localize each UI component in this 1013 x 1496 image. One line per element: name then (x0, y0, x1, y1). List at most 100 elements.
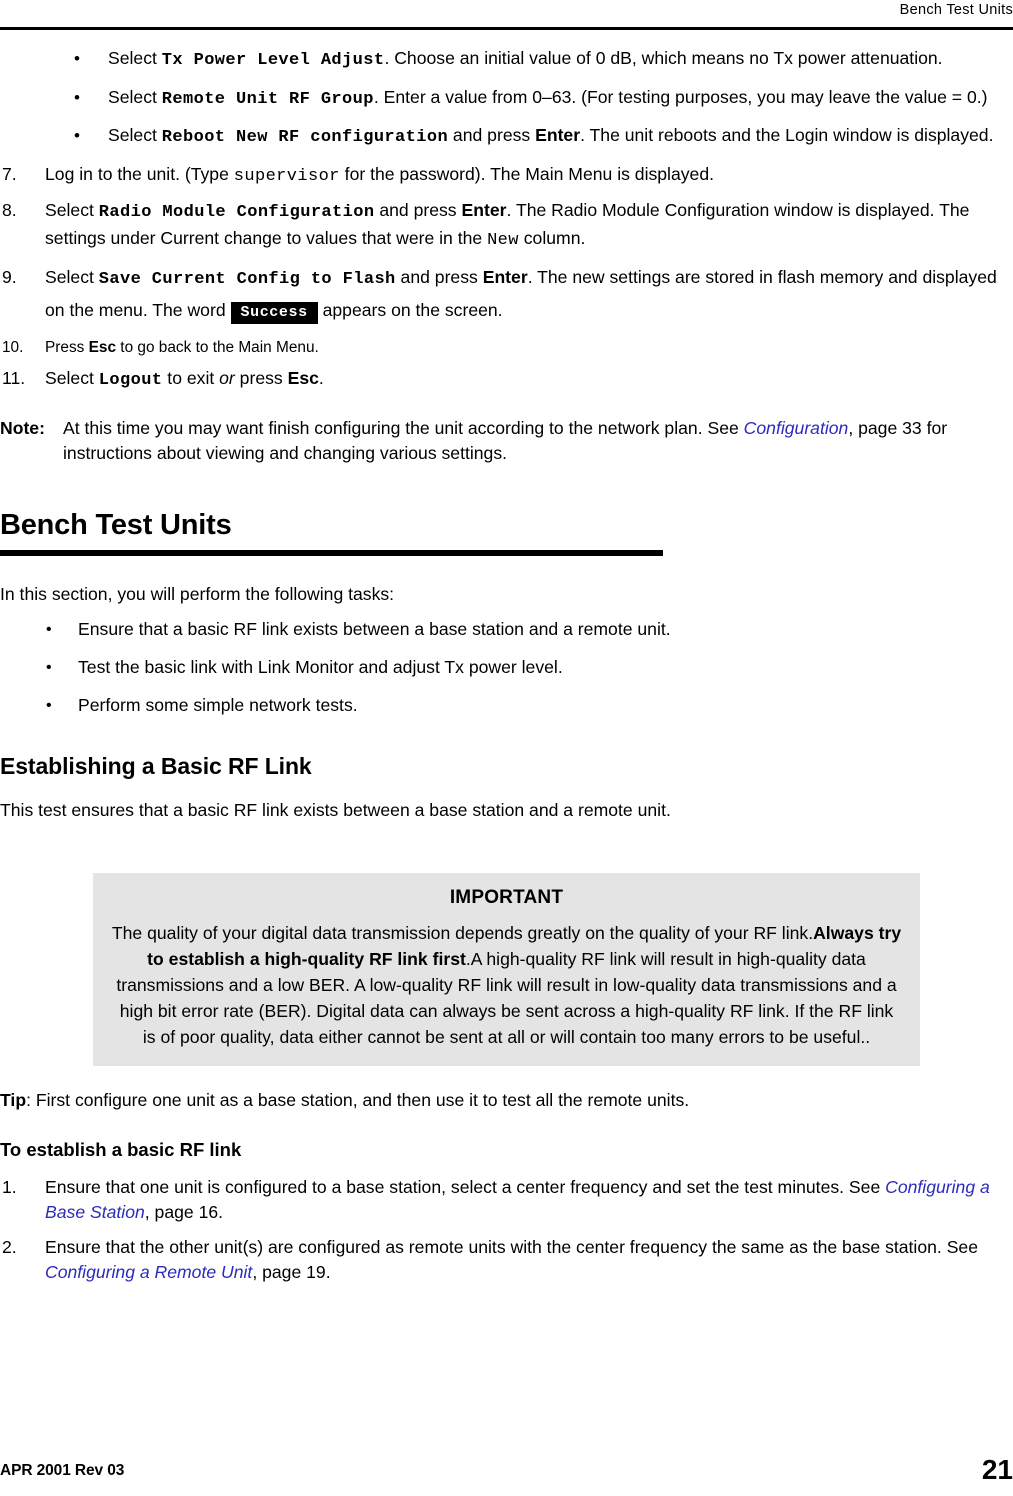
key-name: Enter (535, 125, 581, 145)
key-name: Enter (461, 200, 507, 220)
list-item: • Select Tx Power Level Adjust. Choose an… (0, 46, 1013, 74)
code-literal: Remote Unit RF Group (161, 89, 374, 109)
page-content: • Select Tx Power Level Adjust. Choose an… (0, 46, 1013, 1295)
procedure-step-1: 1. Ensure that one unit is configured to … (0, 1175, 1013, 1226)
list-item: • Test the basic link with Link Monitor a… (0, 655, 1013, 680)
bullet-glyph: • (46, 696, 52, 714)
procedure-heading: To establish a basic RF link (0, 1138, 242, 1160)
key-name: Enter (482, 267, 528, 287)
note-block: Note: At this time you may want finish co… (0, 416, 1013, 467)
list-item: • Select Reboot New RF configuration and … (0, 123, 1013, 151)
emphasis-or: or (219, 368, 235, 388)
code-literal: Radio Module Configuration (98, 203, 375, 222)
step-text-b: to go back to the Main Menu. (116, 339, 319, 356)
bullet-mid: and press (448, 125, 536, 145)
bullet-rest: . The unit reboots and the Login window … (580, 125, 994, 145)
step-10: 10. Press Esc to go back to the Main Menu… (0, 336, 1013, 359)
step-text-b: and press (374, 200, 462, 220)
list-item: • Perform some simple network tests. (0, 693, 1013, 718)
key-name: Esc (287, 368, 319, 388)
page-header: Bench Test Units (0, 0, 1013, 30)
step-number: 8. (2, 200, 17, 220)
procedure-step-list: 1. Ensure that one unit is configured to … (0, 1175, 1013, 1286)
step-number: 9. (2, 267, 17, 287)
task-bullet-list: • Ensure that a basic RF link exists betw… (0, 617, 1013, 718)
step-text-b: , page 16. (144, 1202, 224, 1222)
cross-reference-link[interactable]: Configuring a Remote Unit (45, 1262, 252, 1282)
bullet-lead: Select (108, 48, 162, 68)
bullet-glyph: • (74, 87, 80, 107)
list-item: • Select Remote Unit RF Group. Enter a va… (0, 85, 1013, 113)
section-heading-block: Bench Test Units (0, 509, 1013, 556)
section-intro: In this section, you will perform the fo… (0, 583, 395, 604)
callout-text-a: The quality of your digital data transmi… (111, 922, 814, 943)
footer-page-number: 21 (981, 1454, 1013, 1485)
step-number: 10. (2, 339, 24, 356)
key-name: Esc (88, 339, 117, 356)
step-text-d: appears on the screen. (317, 300, 503, 320)
step-text-b: , page 19. (252, 1262, 331, 1282)
list-item: • Ensure that a basic RF link exists betw… (0, 617, 1013, 642)
success-badge: Success (230, 302, 318, 324)
page-title: Bench Test Units (0, 508, 232, 541)
step-text-d: . (318, 368, 324, 388)
note-label: Note: (0, 417, 45, 438)
subsection-heading: Establishing a Basic RF Link (0, 752, 312, 779)
sub-bullet-list: • Select Tx Power Level Adjust. Choose an… (0, 46, 1013, 151)
cross-reference-link[interactable]: Configuration (744, 418, 849, 438)
header-rule (0, 27, 1013, 30)
step-text-a: Select (45, 200, 99, 220)
step-text-b: and press (395, 267, 483, 287)
bullet-rest: . Choose an initial value of 0 dB, which… (384, 48, 943, 68)
step-text-a: Ensure that the other unit(s) are config… (45, 1236, 978, 1257)
bullet-glyph: • (46, 620, 52, 638)
mono-literal: New (487, 230, 519, 250)
step-number: 11. (2, 368, 26, 388)
step-text-b: to exit (162, 368, 220, 388)
step-text-a: Select (45, 368, 99, 388)
mono-literal: supervisor (233, 166, 340, 186)
tip-label: Tip (0, 1089, 27, 1110)
step-text-c: press (234, 368, 288, 388)
code-literal: Save Current Config to Flash (98, 270, 396, 289)
step-number: 1. (2, 1176, 17, 1197)
bullet-rest: . Enter a value from 0–63. (For testing … (373, 86, 988, 107)
procedure-step-2: 2. Ensure that the other unit(s) are conf… (0, 1235, 1013, 1286)
code-literal: Logout (98, 371, 163, 390)
step-text-a: Log in to the unit. (Type (45, 163, 234, 184)
code-literal: Tx Power Level Adjust (161, 51, 385, 70)
callout-body: The quality of your digital data transmi… (111, 920, 902, 1050)
subsection-intro: This test ensures that a basic RF link e… (0, 799, 671, 820)
step-7: 7. Log in to the unit. (Type supervisor f… (0, 162, 1013, 190)
note-text-a: At this time you may want finish configu… (63, 417, 744, 438)
bullet-lead: Select (108, 86, 162, 107)
numbered-step-list: 7. Log in to the unit. (Type supervisor f… (0, 162, 1013, 394)
tip-text: : First configure one unit as a base sta… (26, 1089, 690, 1110)
page-footer: APR 2001 Rev 03 21 (0, 1442, 1013, 1485)
step-number: 7. (2, 163, 17, 184)
step-text-a: Press (45, 339, 89, 356)
code-literal: Reboot New RF configuration (161, 128, 449, 147)
task-text: Ensure that a basic RF link exists betwe… (78, 618, 671, 639)
bullet-glyph: • (74, 49, 80, 68)
bullet-glyph: • (46, 658, 52, 676)
document-page: Bench Test Units • Select Tx Power Level … (0, 0, 1013, 1496)
step-text-a: Ensure that one unit is configured to a … (45, 1176, 886, 1197)
bullet-lead: Select (108, 125, 162, 145)
important-callout: IMPORTANT The quality of your digital da… (93, 872, 920, 1066)
task-text: Perform some simple network tests. (78, 694, 358, 715)
step-text-b: for the password). The Main Menu is disp… (339, 163, 715, 184)
step-number: 2. (2, 1236, 17, 1257)
step-11: 11. Select Logout to exit or press Esc. (0, 366, 1013, 394)
step-9: 9. Select Save Current Config to Flash an… (0, 262, 1013, 328)
tip-block: Tip: First configure one unit as a base … (0, 1088, 1013, 1113)
heading-rule (0, 549, 663, 556)
step-text-d: column. (518, 227, 586, 248)
step-text-a: Select (45, 267, 99, 287)
step-8: 8. Select Radio Module Configuration and … (0, 198, 1013, 253)
footer-revision: APR 2001 Rev 03 (0, 1462, 125, 1479)
header-title: Bench Test Units (899, 2, 1013, 18)
task-text: Test the basic link with Link Monitor an… (78, 656, 563, 677)
callout-title: IMPORTANT (449, 886, 564, 908)
bullet-glyph: • (74, 126, 80, 145)
